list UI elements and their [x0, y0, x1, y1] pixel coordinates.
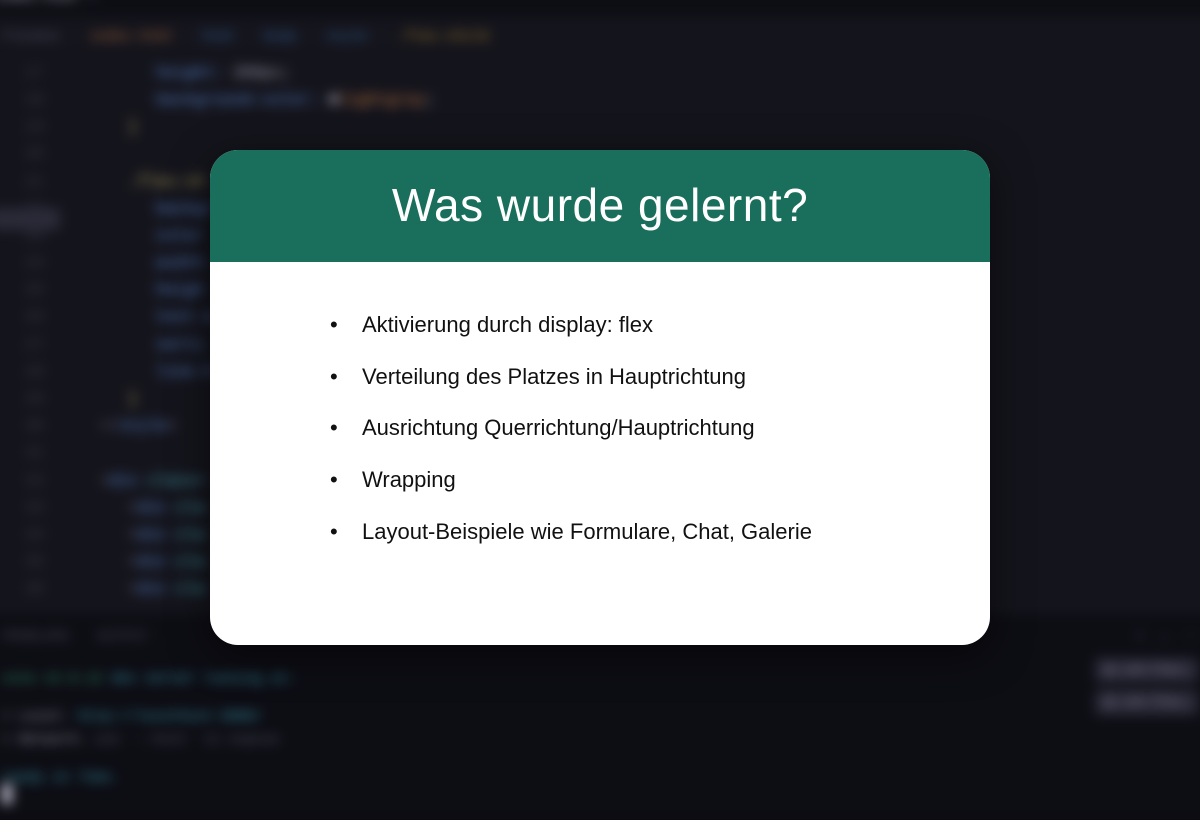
- terminal-line: vite v2.9.12: [2, 671, 103, 687]
- bullet-item: Aktivierung durch display: flex: [330, 310, 950, 340]
- slide-title: Was wurde gelernt?: [210, 150, 990, 262]
- breadcrumb-item[interactable]: body: [264, 26, 298, 50]
- slide-body: Aktivierung durch display: flex Verteilun…: [210, 262, 990, 546]
- terminal-icon: [1105, 697, 1115, 707]
- bullet-item: Ausrichtung Querrichtung/Hauptrichtung: [330, 413, 950, 443]
- terminal-line: dev server running at:: [111, 671, 296, 687]
- tab-bar: index.html ×: [0, 0, 1200, 16]
- terminal-line: ready in 71ms.: [2, 767, 1198, 791]
- code-line: 18background-color: ■lightgray;: [10, 87, 1200, 114]
- terminal-label: > Local:: [2, 709, 69, 725]
- tab-filename[interactable]: index.html: [0, 0, 78, 10]
- slide-card: Was wurde gelernt? Aktivierung durch dis…: [210, 150, 990, 645]
- breadcrumb: Flexbox› index.html› html› body› style› …: [0, 16, 1200, 60]
- terminal-instance[interactable]: zsh Flex…: [1095, 658, 1198, 682]
- close-icon[interactable]: ×: [88, 0, 96, 10]
- breadcrumb-item[interactable]: html: [202, 26, 236, 50]
- plus-icon[interactable]: +: [1136, 626, 1144, 650]
- terminal-value: use `--host` to expose: [94, 732, 279, 748]
- panel-tab-output[interactable]: OUTPUT: [97, 626, 147, 650]
- terminal-output: vite v2.9.12 dev server running at: > Lo…: [2, 668, 1198, 791]
- terminal-cursor: [2, 784, 12, 804]
- more-icon[interactable]: ⋯: [1184, 626, 1198, 650]
- terminal-toolbar: + ⌄ ⋯: [1136, 626, 1198, 650]
- bullet-list: Aktivierung durch display: flex Verteilun…: [330, 310, 950, 546]
- breadcrumb-item[interactable]: Flexbox: [2, 26, 61, 50]
- terminal-label: > Network:: [2, 732, 86, 748]
- terminal-instance[interactable]: zsh flex…: [1095, 690, 1198, 714]
- code-line: 19}: [10, 114, 1200, 141]
- panel-tab-problems[interactable]: PROBLEMS: [2, 626, 69, 650]
- breadcrumb-item[interactable]: style: [326, 26, 368, 50]
- chevron-down-icon[interactable]: ⌄: [1158, 626, 1170, 650]
- terminal-value: http://localhost:3000/: [78, 709, 263, 725]
- terminal-icon: [1105, 665, 1115, 675]
- breadcrumb-item[interactable]: index.html: [89, 26, 173, 50]
- terminal-sidebar: + ⌄ ⋯ zsh Flex… zsh flex…: [1095, 626, 1198, 715]
- bullet-item: Layout-Beispiele wie Formulare, Chat, Ga…: [330, 517, 950, 547]
- breadcrumb-item[interactable]: .flex-child: [396, 26, 488, 50]
- bullet-item: Wrapping: [330, 465, 950, 495]
- bullet-item: Verteilung des Platzes in Hauptrichtung: [330, 362, 950, 392]
- active-line-highlight: [0, 208, 60, 230]
- code-line: 17height: 200px;: [10, 60, 1200, 87]
